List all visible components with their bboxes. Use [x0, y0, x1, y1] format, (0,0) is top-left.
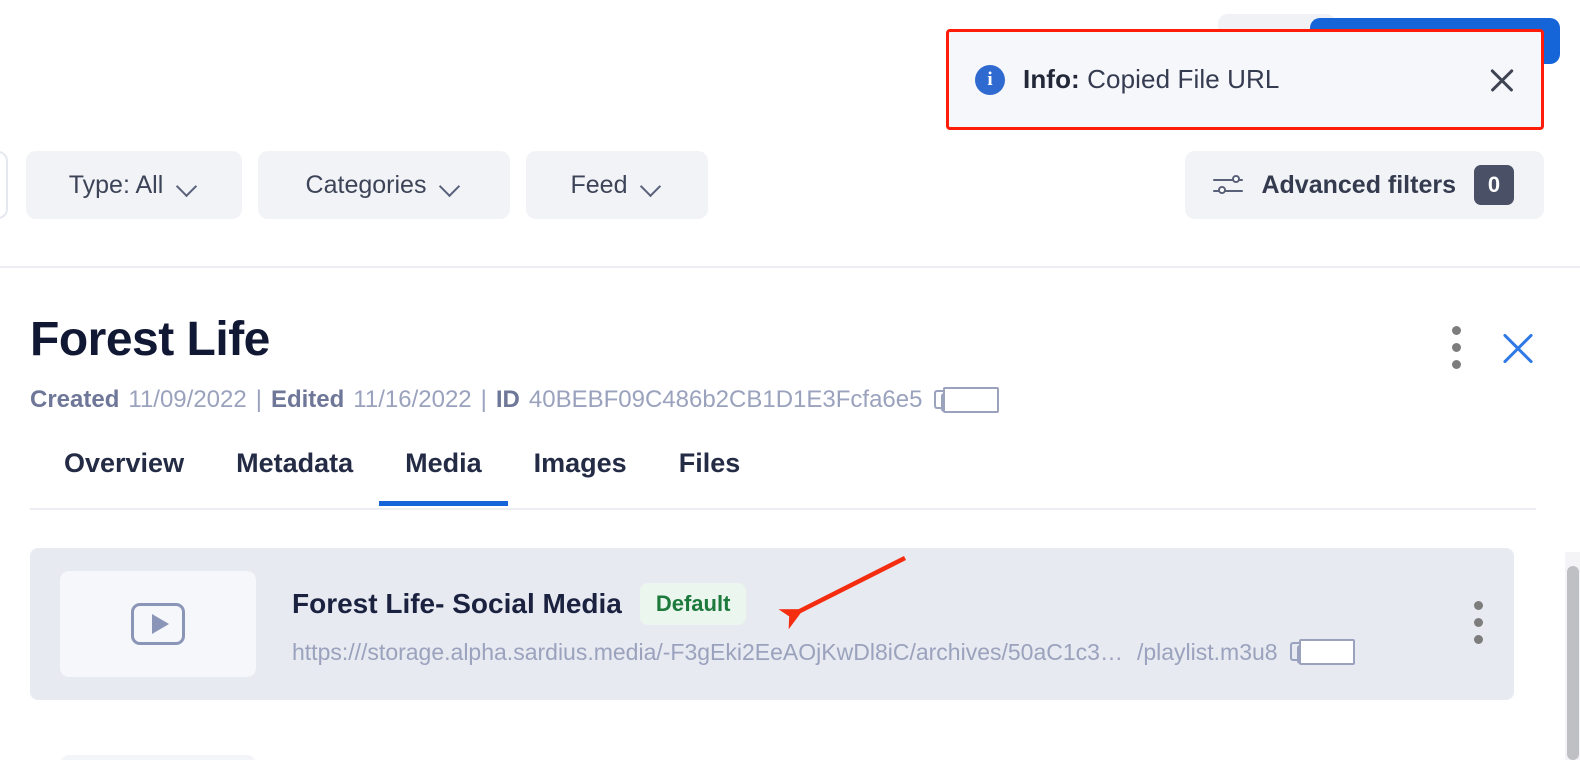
copy-icon[interactable]: [934, 387, 1000, 413]
edited-label: Edited: [270, 386, 345, 413]
media-item-body: Forest Life- Social Media Default https:…: [292, 582, 1466, 666]
chevron-down-icon: [177, 179, 199, 191]
media-item-url: https:///storage.alpha.sardius.media/-F3…: [292, 639, 1466, 666]
detail-tabs: Overview Metadata Media Images Files: [30, 448, 1536, 510]
media-thumbnail: [60, 571, 256, 677]
filter-categories-button[interactable]: Categories: [258, 151, 510, 219]
copy-icon[interactable]: [1289, 639, 1355, 665]
filter-feed-button[interactable]: Feed: [526, 151, 708, 219]
tab-media[interactable]: Media: [379, 448, 508, 506]
info-circle-icon: i: [975, 64, 1005, 95]
advanced-filters-count: 0: [1474, 165, 1514, 205]
filter-type-button[interactable]: Type: All: [26, 151, 242, 219]
detail-meta: Created 11/09/2022 | Edited 11/16/2022 |…: [30, 386, 1000, 414]
more-vertical-icon[interactable]: [1466, 601, 1490, 647]
media-url-suffix: /playlist.m3u8: [1136, 638, 1278, 665]
filter-feed-label: Feed: [570, 170, 628, 199]
media-thumbnail: [60, 755, 256, 760]
close-icon[interactable]: [1485, 63, 1519, 97]
media-list-item[interactable]: Forest Life- Social Media Default https:…: [30, 548, 1514, 700]
id-label: ID: [495, 386, 520, 413]
video-play-icon: [131, 603, 185, 645]
toast-message: Info: Copied File URL: [1023, 64, 1279, 95]
edited-value: 11/16/2022: [353, 386, 472, 413]
page-title: Forest Life: [30, 313, 270, 366]
status-badge: Default: [639, 582, 747, 625]
filter-categories-label: Categories: [305, 170, 427, 199]
tab-overview[interactable]: Overview: [30, 448, 210, 506]
chevron-down-icon: [641, 179, 663, 191]
advanced-filters-button[interactable]: Advanced filters 0: [1185, 151, 1544, 219]
scrollbar-thumb[interactable]: [1567, 566, 1579, 760]
tab-files[interactable]: Files: [653, 448, 767, 506]
meta-separator-1: |: [255, 386, 262, 413]
tab-metadata[interactable]: Metadata: [210, 448, 379, 506]
media-item-name: Forest Life- Social Media: [292, 587, 622, 619]
toast-body: Copied File URL: [1087, 64, 1280, 94]
media-item-heading: Forest Life- Social Media Default: [292, 582, 1466, 625]
close-icon[interactable]: [1498, 328, 1538, 368]
tab-images[interactable]: Images: [508, 448, 653, 506]
filter-type-label: Type: All: [68, 170, 164, 199]
info-toast: i Info: Copied File URL: [946, 29, 1544, 130]
search-input[interactable]: [0, 151, 8, 219]
created-value: 11/09/2022: [128, 386, 247, 413]
more-vertical-icon[interactable]: [1444, 326, 1468, 372]
sliders-icon: [1213, 174, 1244, 196]
meta-separator-2: |: [480, 386, 487, 413]
created-label: Created: [30, 386, 120, 413]
advanced-filters-label: Advanced filters: [1261, 170, 1456, 199]
app-root: i Info: Copied File URL Type: All Catego…: [0, 0, 1580, 760]
media-url-main: https:///storage.alpha.sardius.media/-F3…: [292, 638, 1123, 665]
id-value: 40BEBF09C486b2CB1D1E3Fcfa6e5: [528, 386, 923, 413]
chevron-down-icon: [440, 179, 462, 191]
media-list-item[interactable]: Master: [30, 732, 1514, 760]
filter-bar: Type: All Categories Feed Advanced filte…: [0, 150, 1580, 220]
toast-label: Info:: [1023, 64, 1080, 94]
